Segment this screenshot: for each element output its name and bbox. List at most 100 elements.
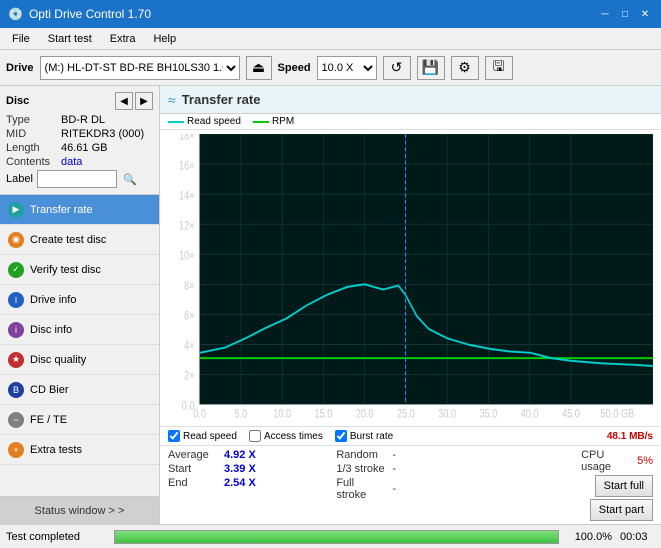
access-times-checkbox-label[interactable]: Access times: [249, 430, 323, 442]
disc-icon-btn-2[interactable]: ▶: [135, 92, 153, 110]
verify-test-disc-icon: ✓: [8, 262, 24, 278]
svg-text:50.0 GB: 50.0 GB: [601, 407, 635, 420]
eject-button[interactable]: ⏏: [246, 56, 272, 80]
maximize-button[interactable]: □: [617, 6, 633, 22]
nav-create-test-disc[interactable]: ◉ Create test disc: [0, 225, 159, 255]
stat-start-row: Start 3.39 X: [168, 463, 316, 475]
disc-info-icon: i: [8, 322, 24, 338]
legend-rpm-color: [253, 121, 269, 123]
cd-bier-icon: B: [8, 382, 24, 398]
svg-text:40.0: 40.0: [521, 407, 539, 420]
settings-button[interactable]: ⚙: [451, 56, 479, 80]
disc-label-row: Label 🔍: [6, 170, 153, 188]
status-window-button[interactable]: Status window > >: [0, 496, 159, 524]
nav-transfer-rate[interactable]: ▶ Transfer rate: [0, 195, 159, 225]
disc-info-section: Disc ◀ ▶ Type BD-R DL MID RITEKDR3 (000)…: [0, 86, 159, 195]
close-button[interactable]: ✕: [637, 6, 653, 22]
nav-verify-test-disc-label: Verify test disc: [30, 264, 101, 276]
burst-rate-value: 48.1 MB/s: [607, 431, 653, 442]
chart-title: Transfer rate: [182, 92, 261, 107]
disc-contents-row: Contents data: [6, 156, 153, 168]
nav-disc-info-label: Disc info: [30, 324, 72, 336]
nav-fe-te-label: FE / TE: [30, 414, 67, 426]
stat-one-third-row: 1/3 stroke -: [336, 463, 484, 475]
disc-contents-value[interactable]: data: [61, 156, 82, 168]
disc-section-title: Disc: [6, 95, 29, 107]
title-bar: 💿 Opti Drive Control 1.70 ─ □ ✕: [0, 0, 661, 28]
disc-contents-label: Contents: [6, 156, 61, 168]
title-bar-left: 💿 Opti Drive Control 1.70: [8, 7, 151, 21]
full-stroke-label: Full stroke: [336, 477, 386, 501]
disc-label-input[interactable]: [37, 170, 117, 188]
nav-disc-quality-label: Disc quality: [30, 354, 86, 366]
nav-cd-bier[interactable]: B CD Bier: [0, 375, 159, 405]
average-value: 4.92 X: [224, 449, 264, 461]
app-title: Opti Drive Control 1.70: [29, 7, 151, 21]
svg-text:8×: 8×: [184, 279, 194, 292]
random-value: -: [392, 449, 396, 461]
app-icon: 💿: [8, 7, 23, 21]
nav-disc-quality[interactable]: ★ Disc quality: [0, 345, 159, 375]
disc-length-row: Length 46.61 GB: [6, 142, 153, 154]
nav-extra-tests[interactable]: + Extra tests: [0, 435, 159, 465]
menu-file[interactable]: File: [4, 31, 38, 47]
right-panel: ≈ Transfer rate Read speed RPM: [160, 86, 661, 524]
nav-transfer-rate-label: Transfer rate: [30, 204, 93, 216]
disk-button[interactable]: 💾: [417, 56, 445, 80]
menu-extra[interactable]: Extra: [102, 31, 144, 47]
disc-icon-btn-1[interactable]: ◀: [115, 92, 133, 110]
menu-help[interactable]: Help: [145, 31, 184, 47]
stats-area: Average 4.92 X Start 3.39 X End 2.54 X R…: [160, 445, 661, 524]
nav-verify-test-disc[interactable]: ✓ Verify test disc: [0, 255, 159, 285]
chart-legend: Read speed RPM: [160, 114, 661, 130]
time-value: 00:03: [620, 531, 655, 543]
nav-drive-info[interactable]: i Drive info: [0, 285, 159, 315]
disc-label-icon[interactable]: 🔍: [121, 170, 139, 188]
access-times-checkbox[interactable]: [249, 430, 261, 442]
svg-text:20.0: 20.0: [356, 407, 374, 420]
speed-label: Speed: [278, 62, 311, 74]
drive-label: Drive: [6, 62, 34, 74]
drive-info-icon: i: [8, 292, 24, 308]
nav-disc-info[interactable]: i Disc info: [0, 315, 159, 345]
disc-length-label: Length: [6, 142, 61, 154]
progress-percent: 100.0%: [567, 531, 612, 543]
burst-rate-display: 48.1 MB/s: [607, 431, 653, 442]
read-speed-checkbox[interactable]: [168, 430, 180, 442]
fe-te-icon: ~: [8, 412, 24, 428]
burst-rate-checkbox-label[interactable]: Burst rate: [335, 430, 393, 442]
status-bar: Test completed 100.0% 00:03: [0, 524, 661, 548]
svg-text:5.0: 5.0: [235, 407, 248, 420]
read-speed-checkbox-label[interactable]: Read speed: [168, 430, 237, 442]
cpu-value: 5%: [637, 455, 653, 467]
menu-start-test[interactable]: Start test: [40, 31, 100, 47]
minimize-button[interactable]: ─: [597, 6, 613, 22]
drive-select[interactable]: (M:) HL-DT-ST BD-RE BH10LS30 1.02: [40, 56, 240, 80]
disc-mid-row: MID RITEKDR3 (000): [6, 128, 153, 140]
stat-col-mid: Random - 1/3 stroke - Full stroke -: [336, 449, 484, 521]
title-bar-controls[interactable]: ─ □ ✕: [597, 6, 653, 22]
progress-bar-fill: [115, 531, 558, 543]
save-button[interactable]: 🖫: [485, 56, 513, 80]
svg-text:14×: 14×: [179, 189, 195, 202]
legend-rpm-label: RPM: [272, 116, 294, 127]
nav-extra-tests-label: Extra tests: [30, 444, 82, 456]
transfer-rate-icon: ▶: [8, 202, 24, 218]
start-full-button[interactable]: Start full: [595, 475, 653, 497]
svg-text:10×: 10×: [179, 249, 195, 262]
burst-rate-checkbox-text: Burst rate: [350, 431, 393, 442]
disc-info-rows: Type BD-R DL MID RITEKDR3 (000) Length 4…: [6, 114, 153, 188]
disc-quality-icon: ★: [8, 352, 24, 368]
stat-cpu-row: CPU usage 5%: [581, 449, 653, 473]
nav-fe-te[interactable]: ~ FE / TE: [0, 405, 159, 435]
burst-rate-checkbox[interactable]: [335, 430, 347, 442]
svg-text:6×: 6×: [184, 310, 194, 323]
disc-type-label: Type: [6, 114, 61, 126]
start-part-button[interactable]: Start part: [590, 499, 653, 521]
legend-read-speed: Read speed: [168, 116, 241, 127]
stat-random-row: Random -: [336, 449, 484, 461]
svg-text:30.0: 30.0: [438, 407, 456, 420]
stat-full-stroke-row: Full stroke -: [336, 477, 484, 501]
refresh-button[interactable]: ↺: [383, 56, 411, 80]
speed-select[interactable]: 10.0 X: [317, 56, 377, 80]
